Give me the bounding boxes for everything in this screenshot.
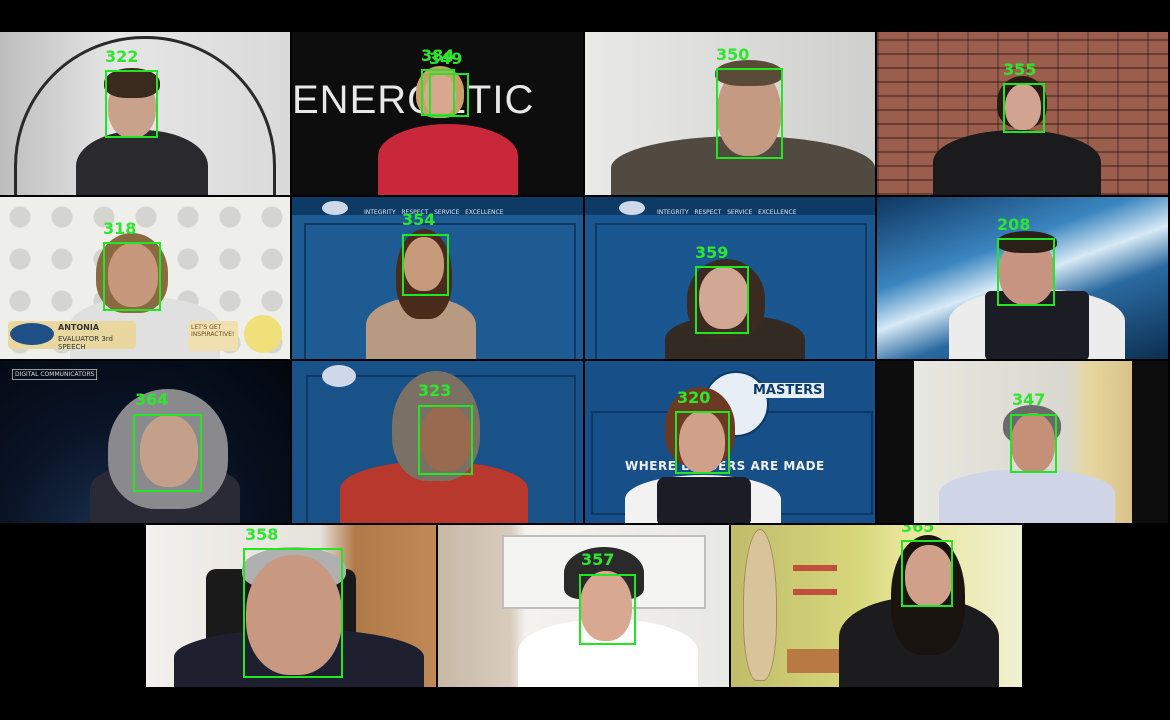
face-detection-box (243, 548, 343, 678)
bulb-icon (244, 315, 282, 353)
face-detection-box (103, 242, 161, 311)
surfboard (743, 529, 777, 681)
video-tile-4[interactable]: 355 (877, 32, 1168, 195)
face-detection-box (418, 405, 473, 475)
face-detection-label: 322 (105, 47, 139, 66)
face-detection-box (695, 266, 749, 334)
banner-text: ENERGETIC (292, 78, 535, 122)
face-detection-box (133, 414, 202, 492)
face-detection-box (1003, 83, 1045, 133)
toastmasters-logo-icon (322, 201, 348, 215)
person-torso (76, 130, 208, 195)
face-detection-label: 208 (997, 215, 1031, 234)
name-tag: ANTONIA EVALUATOR 3rd SPEECH (8, 321, 136, 351)
video-tile-5[interactable]: ANTONIA EVALUATOR 3rd SPEECH LET'S GET I… (0, 197, 290, 359)
video-tile-7[interactable]: INTEGRITY RESPECT SERVICE EXCELLENCE 359 (585, 197, 875, 359)
video-tile-13[interactable]: 358 (146, 525, 436, 687)
face-detection-box (402, 234, 449, 296)
face-detection-box (716, 68, 783, 159)
face-detection-label: 359 (695, 243, 729, 262)
face-detection-box (579, 574, 636, 645)
face-detection-label: 364 (135, 390, 169, 409)
video-tile-15[interactable]: 365 (731, 525, 1022, 687)
face-detection-label: 347 (1012, 390, 1046, 409)
face-detection-label: 320 (677, 388, 711, 407)
video-tile-2[interactable]: ENERGETIC 384 349 (292, 32, 583, 195)
video-tile-12[interactable]: 347 (877, 361, 1168, 523)
toastmasters-logo-icon (619, 201, 645, 215)
face-detection-label: 357 (581, 550, 615, 569)
face-detection-label: 323 (418, 381, 452, 400)
video-tile-9[interactable]: DIGITAL COMMUNICATORS 364 (0, 361, 290, 523)
toastmasters-logo-icon (322, 365, 356, 387)
face-detection-label: 355 (1003, 60, 1037, 79)
video-tile-3[interactable]: 350 (585, 32, 875, 195)
face-detection-box (429, 73, 469, 117)
video-tile-14[interactable]: 357 (438, 525, 729, 687)
face-detection-label: 354 (402, 210, 436, 229)
video-tile-11[interactable]: MASTERS WHERE LEADERS ARE MADE 320 (585, 361, 875, 523)
face-detection-box (675, 411, 730, 474)
face-detection-label: 349 (429, 49, 463, 68)
face-detection-box (1010, 414, 1057, 473)
face-detection-box (105, 70, 158, 138)
face-detection-label: 318 (103, 219, 137, 238)
face-detection-label: 358 (245, 525, 279, 544)
face-detection-label: 365 (901, 525, 935, 536)
inspire-badge: LET'S GET INSPIRACTIVE! (188, 321, 238, 351)
video-tile-6[interactable]: INTEGRITY RESPECT SERVICE EXCELLENCE 354 (292, 197, 583, 359)
face-detection-box (997, 238, 1055, 306)
face-detection-box (901, 540, 953, 607)
video-tile-10[interactable]: 323 (292, 361, 583, 523)
video-tile-8[interactable]: 208 (877, 197, 1168, 359)
video-tile-1[interactable]: 322 (0, 32, 290, 195)
face-detection-label: 350 (716, 45, 750, 64)
